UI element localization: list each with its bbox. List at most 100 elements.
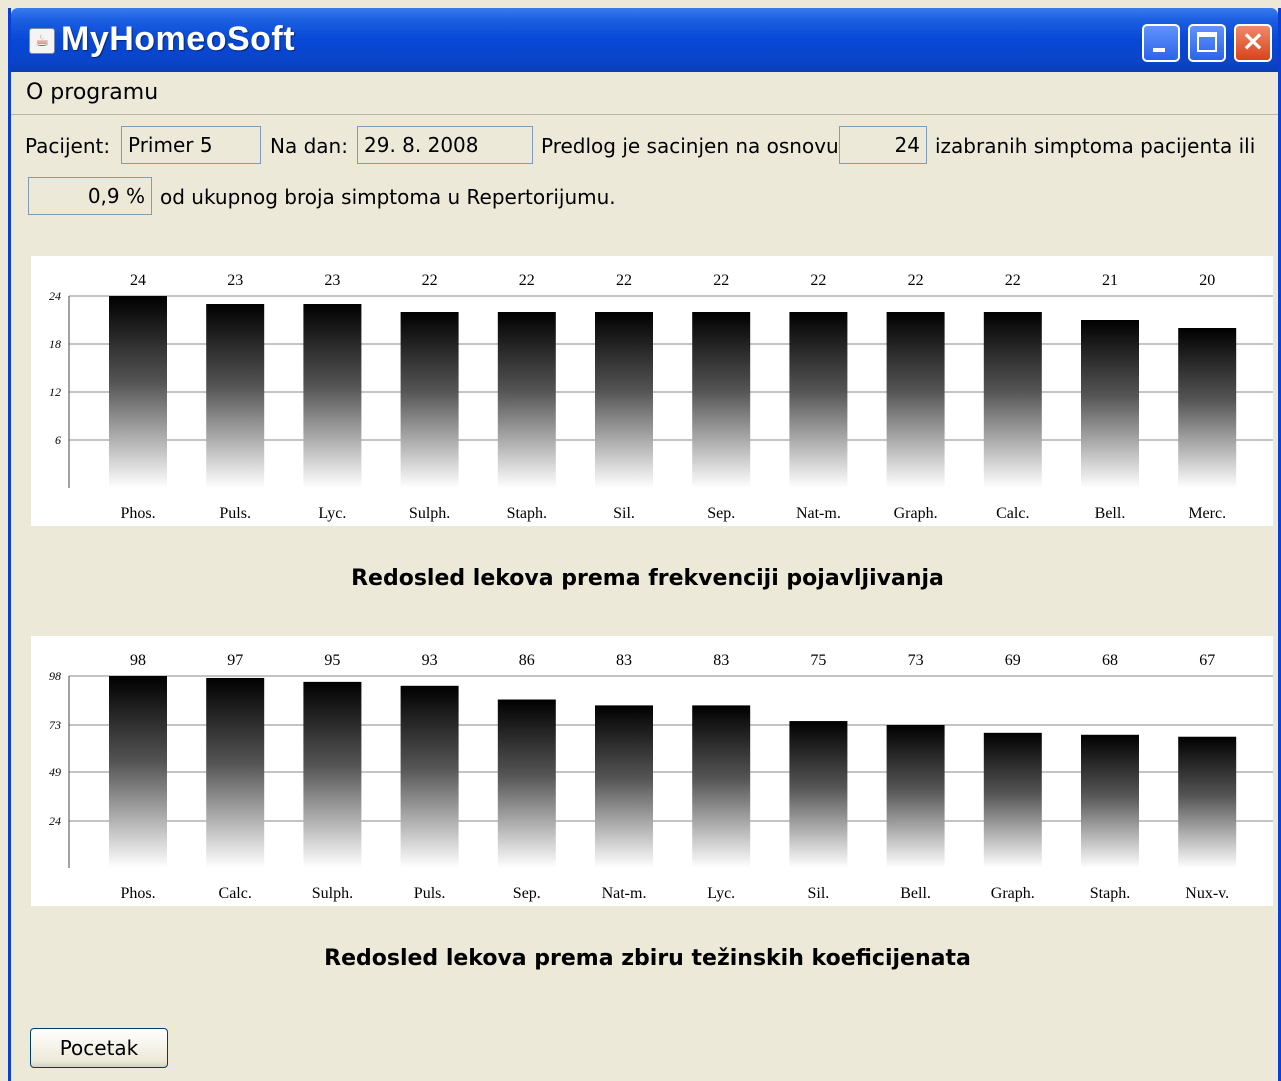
patient-label: Pacijent: bbox=[25, 134, 111, 158]
y-tick-label: 49 bbox=[49, 765, 61, 779]
y-tick-label: 73 bbox=[49, 718, 61, 732]
main-window: ☕ MyHomeoSoft × O programu Pacijent: Pri… bbox=[8, 8, 1281, 1081]
frequency-chart-svg: 24 18 12 6 24 Phos. 23 Puls. 23 Lyc. 22 Sulph. 22 Sta… bbox=[49, 272, 1273, 522]
value-label: 23 bbox=[227, 272, 243, 289]
value-label: 20 bbox=[1199, 272, 1215, 289]
bar bbox=[886, 724, 945, 868]
bar bbox=[206, 677, 265, 868]
bar bbox=[692, 312, 751, 488]
value-label: 22 bbox=[422, 272, 438, 289]
value-label: 75 bbox=[810, 652, 826, 669]
title-bar[interactable]: ☕ MyHomeoSoft × bbox=[11, 8, 1278, 72]
bar bbox=[109, 296, 167, 488]
menu-item-o-programu[interactable]: O programu bbox=[26, 80, 158, 105]
bar bbox=[400, 312, 459, 488]
category-label: Calc. bbox=[219, 885, 252, 902]
bar bbox=[789, 721, 848, 868]
category-label: Sulph. bbox=[409, 505, 450, 522]
value-label: 21 bbox=[1102, 272, 1118, 289]
percent-field[interactable]: 0,9 % bbox=[28, 177, 152, 215]
menu-bar: O programu bbox=[11, 72, 1278, 115]
y-tick-label: 12 bbox=[49, 385, 61, 399]
value-label: 95 bbox=[324, 652, 340, 669]
category-label: Graph. bbox=[894, 505, 938, 522]
value-label: 69 bbox=[1005, 652, 1021, 669]
category-label: Merc. bbox=[1188, 505, 1226, 522]
pocetak-button[interactable]: Pocetak bbox=[30, 1028, 168, 1068]
minimize-icon bbox=[1153, 48, 1165, 52]
category-label: Sil. bbox=[613, 505, 635, 522]
java-app-icon: ☕ bbox=[29, 28, 55, 54]
bar bbox=[886, 312, 945, 488]
category-label: Nux-v. bbox=[1185, 885, 1229, 902]
bar bbox=[497, 699, 556, 868]
category-label: Calc. bbox=[996, 505, 1029, 522]
date-field[interactable]: 29. 8. 2008 bbox=[357, 126, 533, 164]
y-tick-label: 6 bbox=[55, 433, 61, 447]
value-label: 97 bbox=[227, 652, 243, 669]
value-label: 68 bbox=[1102, 652, 1118, 669]
bar bbox=[1081, 734, 1139, 868]
close-button[interactable]: × bbox=[1234, 24, 1272, 62]
value-label: 22 bbox=[908, 272, 924, 289]
category-label: Sil. bbox=[808, 885, 830, 902]
value-label: 22 bbox=[810, 272, 826, 289]
percent-text: od ukupnog broja simptoma u Repertorijum… bbox=[160, 185, 616, 209]
category-label: Graph. bbox=[991, 885, 1035, 902]
weight-chart-svg: 98 73 49 24 98 Phos. 97 Calc. 95 Sulph. 93 Puls. 86 S… bbox=[49, 652, 1273, 902]
bar bbox=[983, 312, 1042, 488]
bar bbox=[303, 304, 362, 488]
y-tick-label: 18 bbox=[49, 337, 61, 351]
bar bbox=[692, 705, 751, 868]
bar bbox=[983, 732, 1042, 868]
value-label: 83 bbox=[616, 652, 632, 669]
category-label: Sep. bbox=[707, 505, 735, 522]
bar bbox=[497, 312, 556, 488]
category-label: Lyc. bbox=[318, 505, 346, 522]
value-label: 73 bbox=[908, 652, 924, 669]
value-label: 22 bbox=[616, 272, 632, 289]
value-label: 22 bbox=[519, 272, 535, 289]
bar bbox=[1178, 328, 1237, 488]
value-label: 22 bbox=[1005, 272, 1021, 289]
frequency-chart-caption: Redosled lekova prema frekvenciji pojavl… bbox=[351, 566, 944, 591]
y-tick-label: 24 bbox=[49, 814, 61, 828]
category-label: Staph. bbox=[507, 505, 547, 522]
category-label: Sep. bbox=[513, 885, 541, 902]
value-label: 23 bbox=[324, 272, 340, 289]
category-label: Phos. bbox=[120, 885, 155, 902]
symptom-count-field[interactable]: 24 bbox=[839, 126, 927, 164]
weight-chart: 98 73 49 24 98 Phos. 97 Calc. 95 Sulph. 93 Puls. 86 S… bbox=[31, 636, 1273, 906]
bar bbox=[1081, 320, 1139, 488]
weight-chart-caption: Redosled lekova prema zbiru težinskih ko… bbox=[324, 946, 971, 971]
patient-field[interactable]: Primer 5 bbox=[121, 126, 261, 164]
bar bbox=[595, 705, 653, 868]
y-tick-label: 24 bbox=[49, 289, 61, 303]
category-label: Bell. bbox=[1095, 505, 1126, 522]
value-label: 22 bbox=[713, 272, 729, 289]
category-label: Nat-m. bbox=[602, 885, 647, 902]
bar bbox=[789, 312, 848, 488]
value-label: 93 bbox=[422, 652, 438, 669]
bar bbox=[1178, 736, 1237, 868]
date-label: Na dan: bbox=[270, 134, 348, 158]
bar bbox=[206, 304, 265, 488]
category-label: Nat-m. bbox=[796, 505, 841, 522]
value-label: 24 bbox=[130, 272, 146, 289]
category-label: Bell. bbox=[900, 885, 931, 902]
bar bbox=[595, 312, 653, 488]
category-label: Staph. bbox=[1090, 885, 1130, 902]
close-icon: × bbox=[1241, 24, 1265, 57]
category-label: Sulph. bbox=[312, 885, 353, 902]
bar bbox=[400, 685, 459, 868]
bar bbox=[303, 681, 362, 868]
category-label: Lyc. bbox=[707, 885, 735, 902]
basis-text: Predlog je sacinjen na osnovu bbox=[541, 134, 839, 158]
category-label: Phos. bbox=[120, 505, 155, 522]
minimize-button[interactable] bbox=[1142, 24, 1180, 62]
window-title: MyHomeoSoft bbox=[61, 20, 296, 58]
maximize-button[interactable] bbox=[1188, 24, 1226, 62]
symptom-text: izabranih simptoma pacijenta ili bbox=[935, 134, 1256, 158]
frequency-chart: 24 18 12 6 24 Phos. 23 Puls. 23 Lyc. 22 Sulph. 22 Sta… bbox=[31, 256, 1273, 526]
value-label: 98 bbox=[130, 652, 146, 669]
